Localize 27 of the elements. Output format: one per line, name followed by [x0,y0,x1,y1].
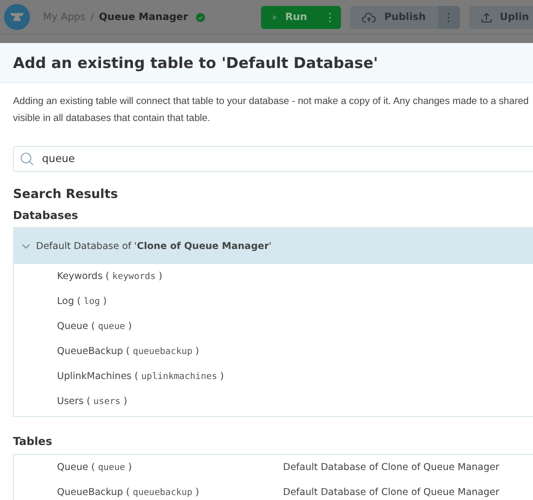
table-item[interactable]: Keywords ( keywords ) [14,264,162,289]
description-text: visible in all databases that contain that table. [13,112,212,126]
table-item[interactable]: Queue ( queue ) [14,314,132,339]
database-label: Default Database of 'Clone of Queue Manager' [36,240,272,252]
app-name: Queue Manager [98,12,188,22]
chevron-icon [22,244,30,248]
anvil-logo-icon[interactable] [4,4,30,30]
search-field[interactable]: queue [13,146,533,172]
section-heading: Search Results [13,186,119,201]
database-name: Default Database of Clone of Queue Manager [283,462,500,473]
table-item[interactable]: UplinkMachines ( uplinkmachines ) [14,364,224,389]
breadcrumb-separator: / [90,12,94,22]
section-heading: Tables [13,435,54,448]
dialog-title: Add an existing table to 'Default Database' [13,54,378,72]
table-item[interactable]: QueueBackup ( queuebackup ) [14,487,283,498]
database-name: Default Database of Clone of Queue Manager [283,487,500,498]
table-item[interactable]: Log ( log ) [14,289,107,314]
table-item[interactable]: Queue ( queue ) [14,462,283,473]
table-item[interactable]: Users ( users ) [14,389,128,414]
database-row[interactable]: Default Database of 'Clone of Queue Manager' [14,228,533,264]
search-icon [20,152,34,166]
description-text: Adding an existing table will connect that table to your database - not make a copy of it. Any changes made to a shared [13,95,530,109]
upload-icon [480,12,492,22]
cloud-upload-icon [362,12,376,22]
section-heading: Databases [13,209,80,222]
table-item[interactable]: QueueBackup ( queuebackup ) [14,339,200,364]
check-icon [196,12,206,22]
